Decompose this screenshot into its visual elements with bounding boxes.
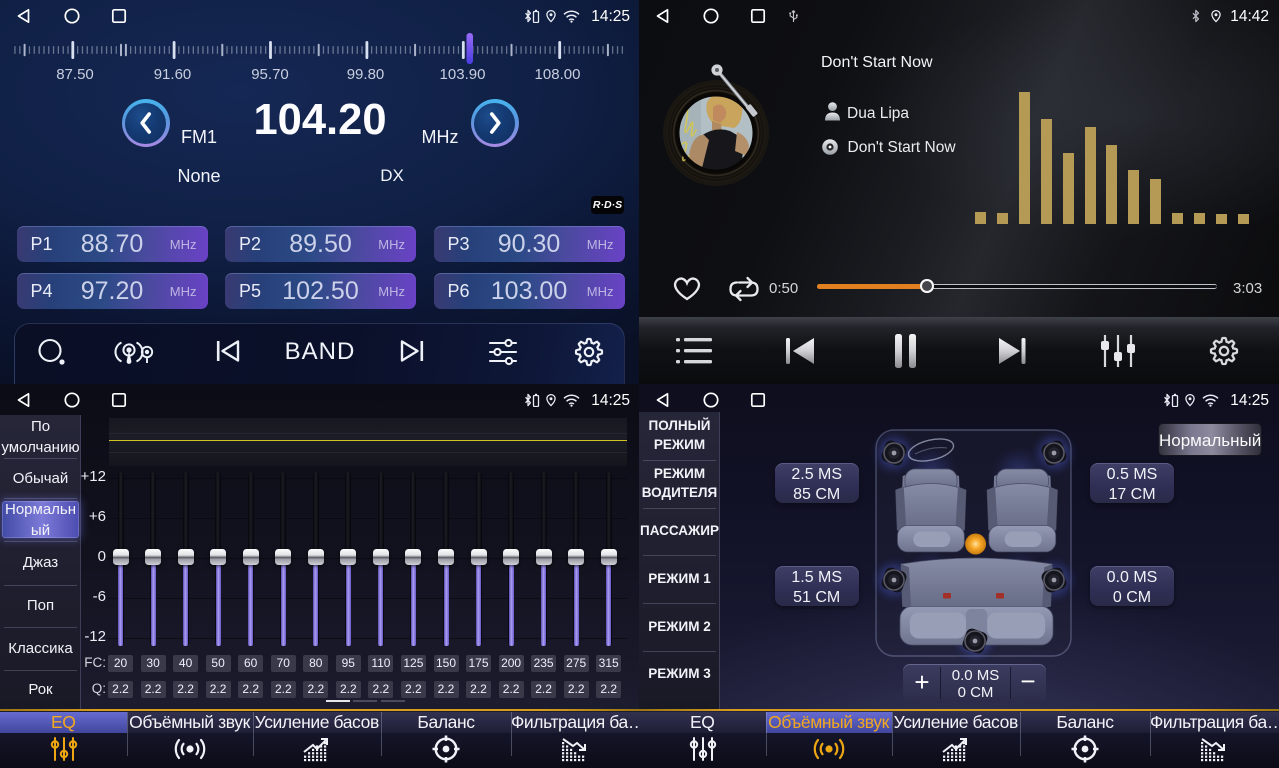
svg-text:95.70: 95.70 (251, 66, 289, 83)
svg-text:87.50: 87.50 (56, 66, 94, 83)
svg-text:91.60: 91.60 (154, 66, 192, 83)
svg-text:99.80: 99.80 (347, 66, 385, 83)
svg-text:108.00: 108.00 (535, 66, 581, 83)
svg-text:103.90: 103.90 (440, 66, 486, 83)
